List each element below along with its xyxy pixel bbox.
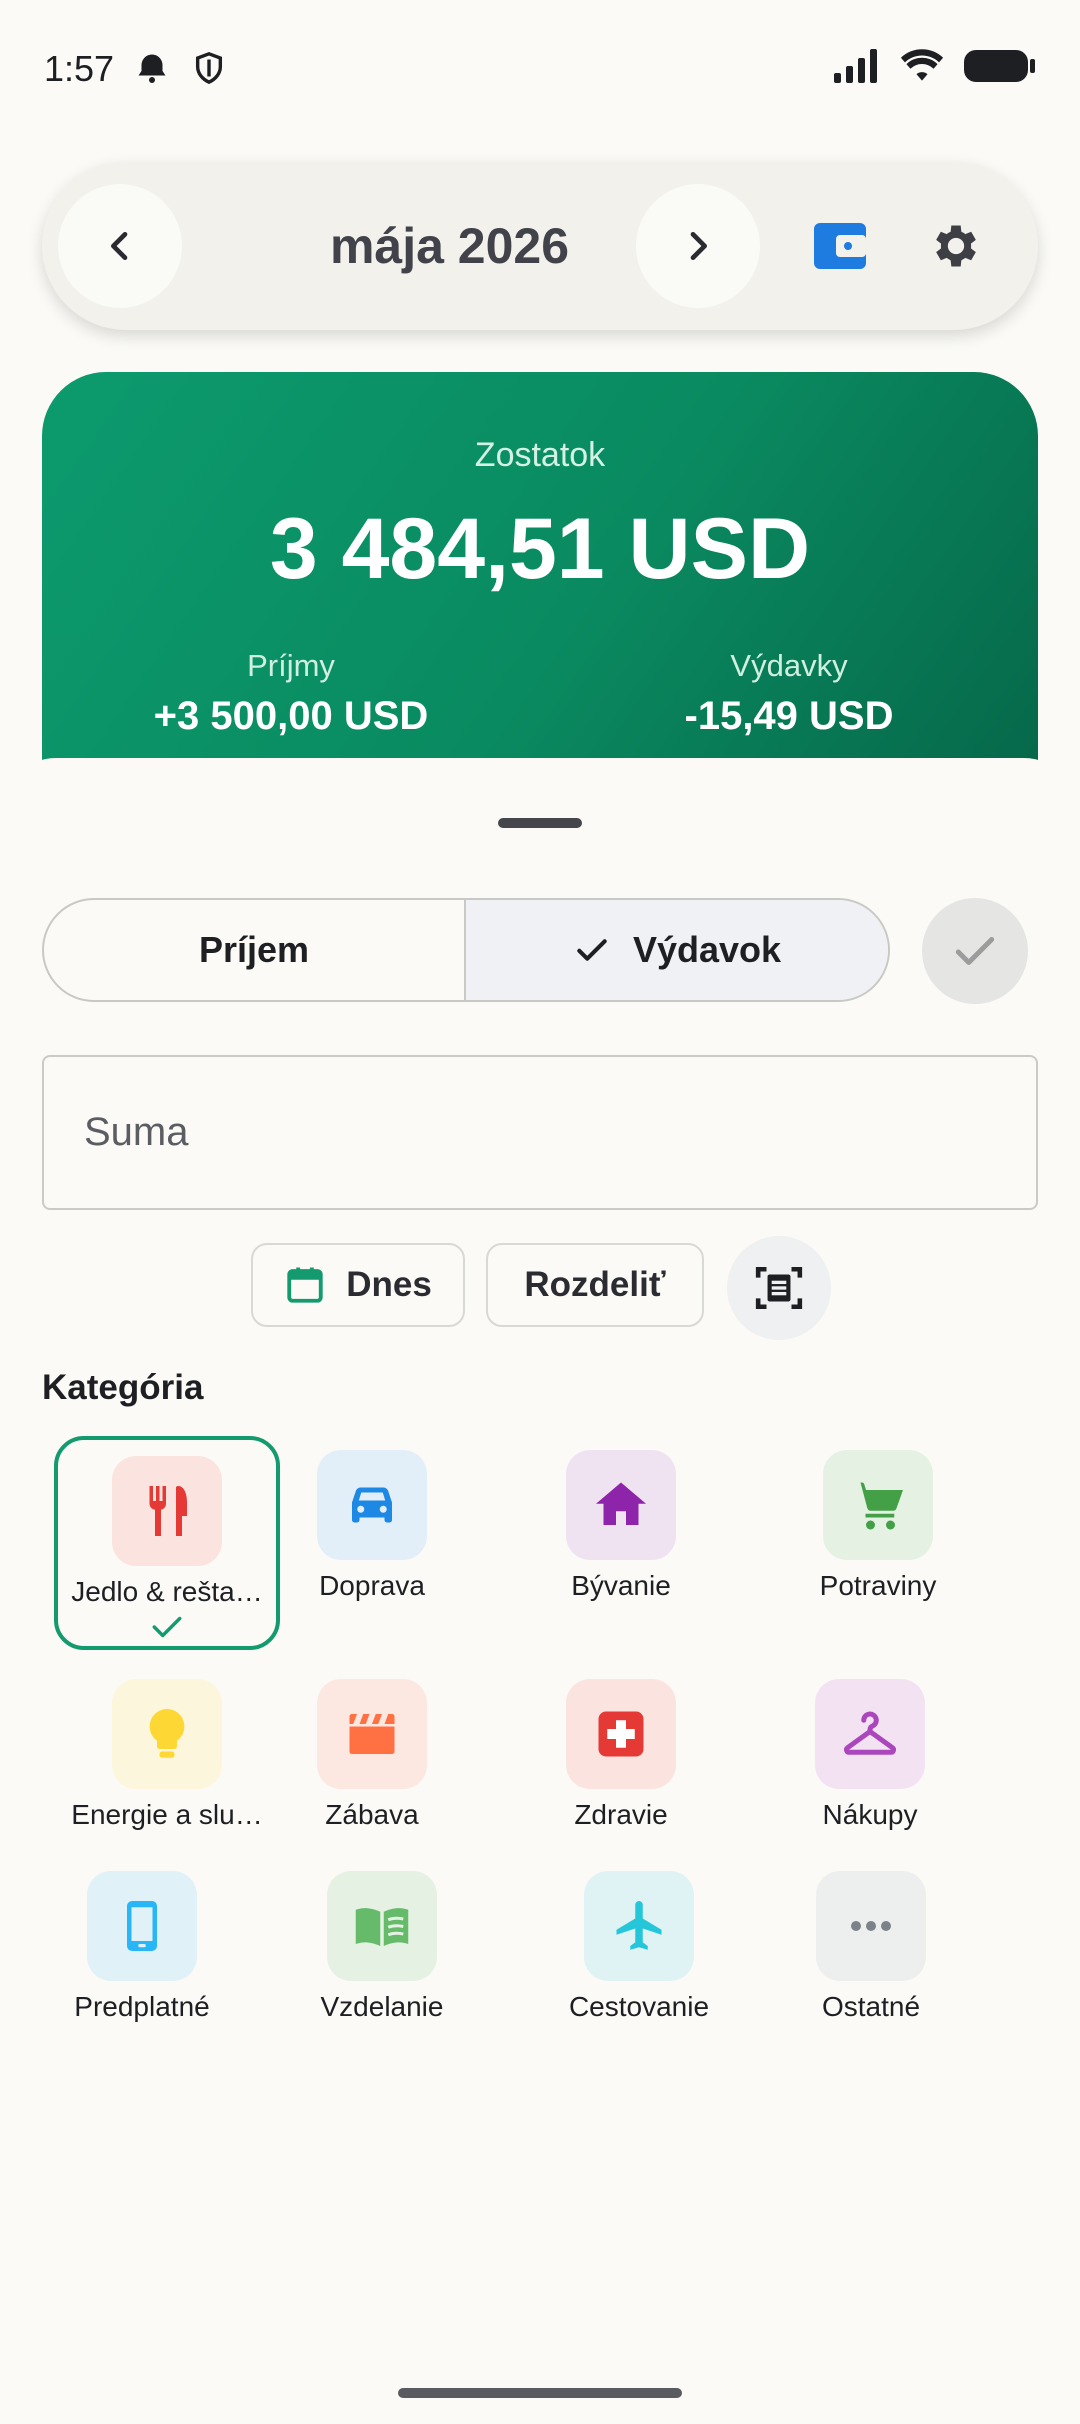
- expense-label: Výdavky: [730, 648, 848, 683]
- category-icon-box: [816, 1871, 926, 1981]
- category-label: Vzdelanie: [320, 1991, 444, 2022]
- balance-label: Zostatok: [474, 436, 606, 474]
- category-label: Predplatné: [74, 1991, 210, 2022]
- category-label: Bývanie: [571, 1570, 671, 1601]
- battery-icon: [964, 50, 1035, 82]
- lightbulb-icon: [149, 1709, 185, 1758]
- split-chip-label: Rozdeliť: [524, 1265, 666, 1304]
- restaurant-icon: [149, 1486, 187, 1536]
- category-icon-box: [112, 1679, 222, 1789]
- wifi-icon: [900, 49, 944, 81]
- clapperboard-icon: [349, 1714, 395, 1754]
- expense-type-label: Výdavok: [632, 929, 782, 970]
- phone-icon: [127, 1901, 157, 1951]
- category-icon-box: [112, 1456, 222, 1566]
- medical-icon: [598, 1711, 644, 1757]
- next-month-button[interactable]: [636, 184, 760, 308]
- income-type-button[interactable]: Príjem: [44, 900, 466, 1000]
- category-housing[interactable]: Bývanie: [506, 1434, 736, 1634]
- category-label: Jedlo & rešta…: [71, 1576, 263, 1607]
- sheet-drag-handle[interactable]: [498, 818, 582, 828]
- cart-icon: [853, 1482, 903, 1530]
- category-shopping[interactable]: Nákupy: [755, 1663, 985, 1863]
- gear-icon: [936, 225, 976, 267]
- category-other[interactable]: Ostatné: [756, 1855, 986, 2055]
- category-label: Cestovanie: [568, 1991, 710, 2022]
- status-left-icons: [134, 50, 226, 86]
- chevron-left-icon: [111, 232, 128, 260]
- date-chip-label: Dnes: [346, 1265, 432, 1304]
- expense-summary: Výdavky -15,49 USD: [540, 648, 1038, 739]
- balance-value: 3 484,51 USD: [269, 501, 811, 597]
- notification-icon: [138, 54, 166, 83]
- wallet-icon: [814, 223, 866, 269]
- category-icon-box: [584, 1871, 694, 1981]
- shield-icon: [195, 52, 223, 85]
- book-icon: [355, 1908, 409, 1946]
- category-health[interactable]: Zdravie: [506, 1663, 736, 1863]
- expense-type-button[interactable]: Výdavok: [466, 900, 888, 1000]
- category-icon-box: [823, 1450, 933, 1560]
- income-summary: Príjmy +3 500,00 USD: [42, 648, 540, 739]
- category-subscriptions[interactable]: Predplatné: [27, 1855, 257, 2055]
- calendar-icon: [287, 1267, 323, 1303]
- check-icon: [577, 939, 607, 961]
- transaction-type-toggle: Príjem Výdavok: [42, 898, 890, 1002]
- income-value: +3 500,00 USD: [153, 694, 429, 738]
- month-title[interactable]: mája 2026: [242, 162, 657, 330]
- scan-receipt-button[interactable]: [727, 1236, 831, 1340]
- category-icon-box: [566, 1450, 676, 1560]
- check-icon: [955, 937, 995, 965]
- expense-value: -15,49 USD: [684, 694, 894, 738]
- wallet-button[interactable]: [800, 206, 880, 286]
- category-label: Ostatné: [821, 1991, 921, 2022]
- category-transport[interactable]: Doprava: [257, 1434, 487, 1634]
- amount-input[interactable]: [42, 1055, 1038, 1210]
- hanger-icon: [844, 1711, 896, 1755]
- airplane-icon: [616, 1901, 662, 1950]
- category-label: Energie a slu…: [71, 1799, 263, 1830]
- category-utilities[interactable]: Energie a slu…: [52, 1663, 282, 1863]
- category-food[interactable]: Jedlo & rešta…: [54, 1436, 280, 1650]
- signal-icon: [834, 49, 877, 83]
- income-label: Príjmy: [247, 648, 335, 683]
- date-chip[interactable]: Dnes: [251, 1243, 465, 1327]
- category-icon-box: [87, 1871, 197, 1981]
- status-time: 1:57: [44, 48, 115, 89]
- category-entertainment[interactable]: Zábava: [257, 1663, 487, 1863]
- home-indicator[interactable]: [398, 2388, 682, 2398]
- car-icon: [352, 1487, 392, 1523]
- income-type-label: Príjem: [198, 929, 310, 970]
- split-chip[interactable]: Rozdeliť: [486, 1243, 704, 1327]
- check-icon: [152, 1616, 182, 1638]
- category-label: Nákupy: [822, 1799, 918, 1830]
- chevron-right-icon: [690, 232, 707, 260]
- balance-card: Zostatok 3 484,51 USD Príjmy +3 500,00 U…: [42, 372, 1038, 772]
- category-groceries[interactable]: Potraviny: [763, 1434, 993, 1634]
- category-label: Doprava: [319, 1570, 425, 1601]
- month-header: mája 2026: [42, 162, 1038, 330]
- category-icon-box: [815, 1679, 925, 1789]
- category-heading: Kategória: [42, 1368, 204, 1407]
- previous-month-button[interactable]: [58, 184, 182, 308]
- category-label: Potraviny: [819, 1570, 937, 1601]
- confirm-button[interactable]: [922, 898, 1028, 1004]
- category-icon-box: [317, 1450, 427, 1560]
- more-icon: [851, 1921, 891, 1931]
- category-label: Zdravie: [574, 1799, 668, 1830]
- category-travel[interactable]: Cestovanie: [524, 1855, 754, 2055]
- scan-receipt-icon: [755, 1266, 803, 1310]
- category-icon-box: [327, 1871, 437, 1981]
- settings-button[interactable]: [916, 206, 996, 286]
- home-icon: [596, 1482, 646, 1525]
- category-icon-box: [566, 1679, 676, 1789]
- category-label: Zábava: [325, 1799, 419, 1830]
- category-education[interactable]: Vzdelanie: [267, 1855, 497, 2055]
- category-icon-box: [317, 1679, 427, 1789]
- status-right-icons: [834, 48, 1036, 84]
